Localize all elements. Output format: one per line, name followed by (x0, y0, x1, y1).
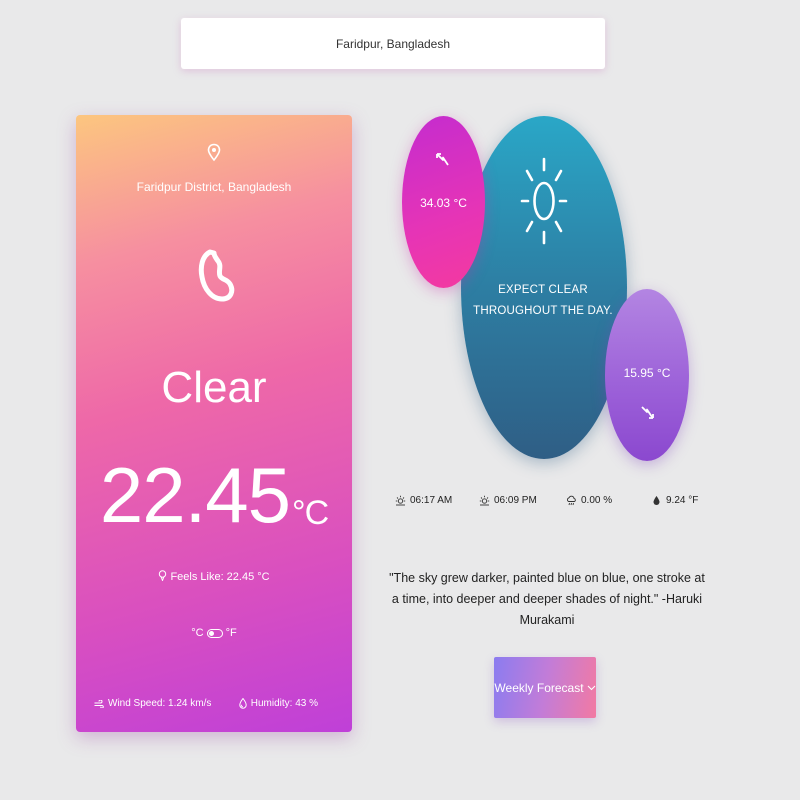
unit-celsius[interactable]: °C (191, 627, 203, 639)
rain-cloud-icon (567, 495, 576, 506)
feels-like: Feels Like: 22.45 °C (76, 570, 352, 583)
wind-speed: Wind Speed: 1.24 km/s (94, 698, 211, 709)
forecast-description: EXPECT CLEAR THROUGHOUT THE DAY. (473, 284, 613, 317)
sunset-icon (479, 495, 490, 506)
precipitation: 0.00 % (566, 495, 612, 506)
unit-fahrenheit[interactable]: °F (226, 627, 237, 639)
condition-label: Clear (161, 363, 267, 412)
location-pin-icon (207, 143, 221, 162)
high-arrow-icon (436, 153, 449, 166)
chevron-down-icon (587, 685, 595, 690)
humidity-drop-icon (239, 698, 247, 709)
dew-point-value: 9.24 °F (666, 495, 699, 506)
sunrise-icon (395, 495, 406, 506)
current-weather-card: Faridpur District, Bangladesh Clear 22.4… (76, 115, 352, 732)
weather-condition-icon (198, 249, 235, 302)
unit-switch[interactable]: °C °F (76, 627, 352, 639)
humidity: Humidity: 43 % (239, 698, 318, 709)
current-temperature: 22.45°C (76, 450, 352, 558)
low-temperature: 15.95 °C (623, 366, 671, 380)
location-name: Faridpur District, Bangladesh (136, 180, 292, 194)
sunset-time: 06:09 PM (494, 495, 537, 506)
high-temperature: 34.03 °C (420, 196, 467, 210)
low-arrow-icon (641, 406, 654, 419)
unit-toggle-icon[interactable] (206, 628, 223, 638)
sunrise-time: 06:17 AM (410, 495, 453, 506)
temperature-value: 22.45 (99, 451, 291, 539)
precipitation-value: 0.00 % (581, 495, 613, 506)
location-search-input[interactable]: Faridpur, Bangladesh (181, 18, 605, 69)
feels-like-text: Feels Like: 22.45 °C (170, 571, 270, 583)
sunset: 06:09 PM (479, 495, 537, 506)
temperature-unit: °C (292, 494, 329, 532)
dew-point: 9.24 °F (651, 495, 698, 506)
wind-icon (94, 699, 104, 708)
weekly-forecast-label: Weekly Forecast (494, 680, 584, 695)
dew-drop-icon (653, 496, 660, 505)
thermometer-icon (159, 570, 167, 582)
sunrise: 06:17 AM (395, 495, 452, 506)
weather-quote: "The sky grew darker, painted blue on bl… (389, 571, 705, 627)
humidity-text: Humidity: 43 % (250, 698, 318, 709)
search-value: Faridpur, Bangladesh (335, 36, 451, 51)
sun-icon (520, 157, 568, 245)
weekly-forecast-button[interactable]: Weekly Forecast (494, 657, 596, 718)
wind-speed-text: Wind Speed: 1.24 km/s (108, 698, 212, 709)
